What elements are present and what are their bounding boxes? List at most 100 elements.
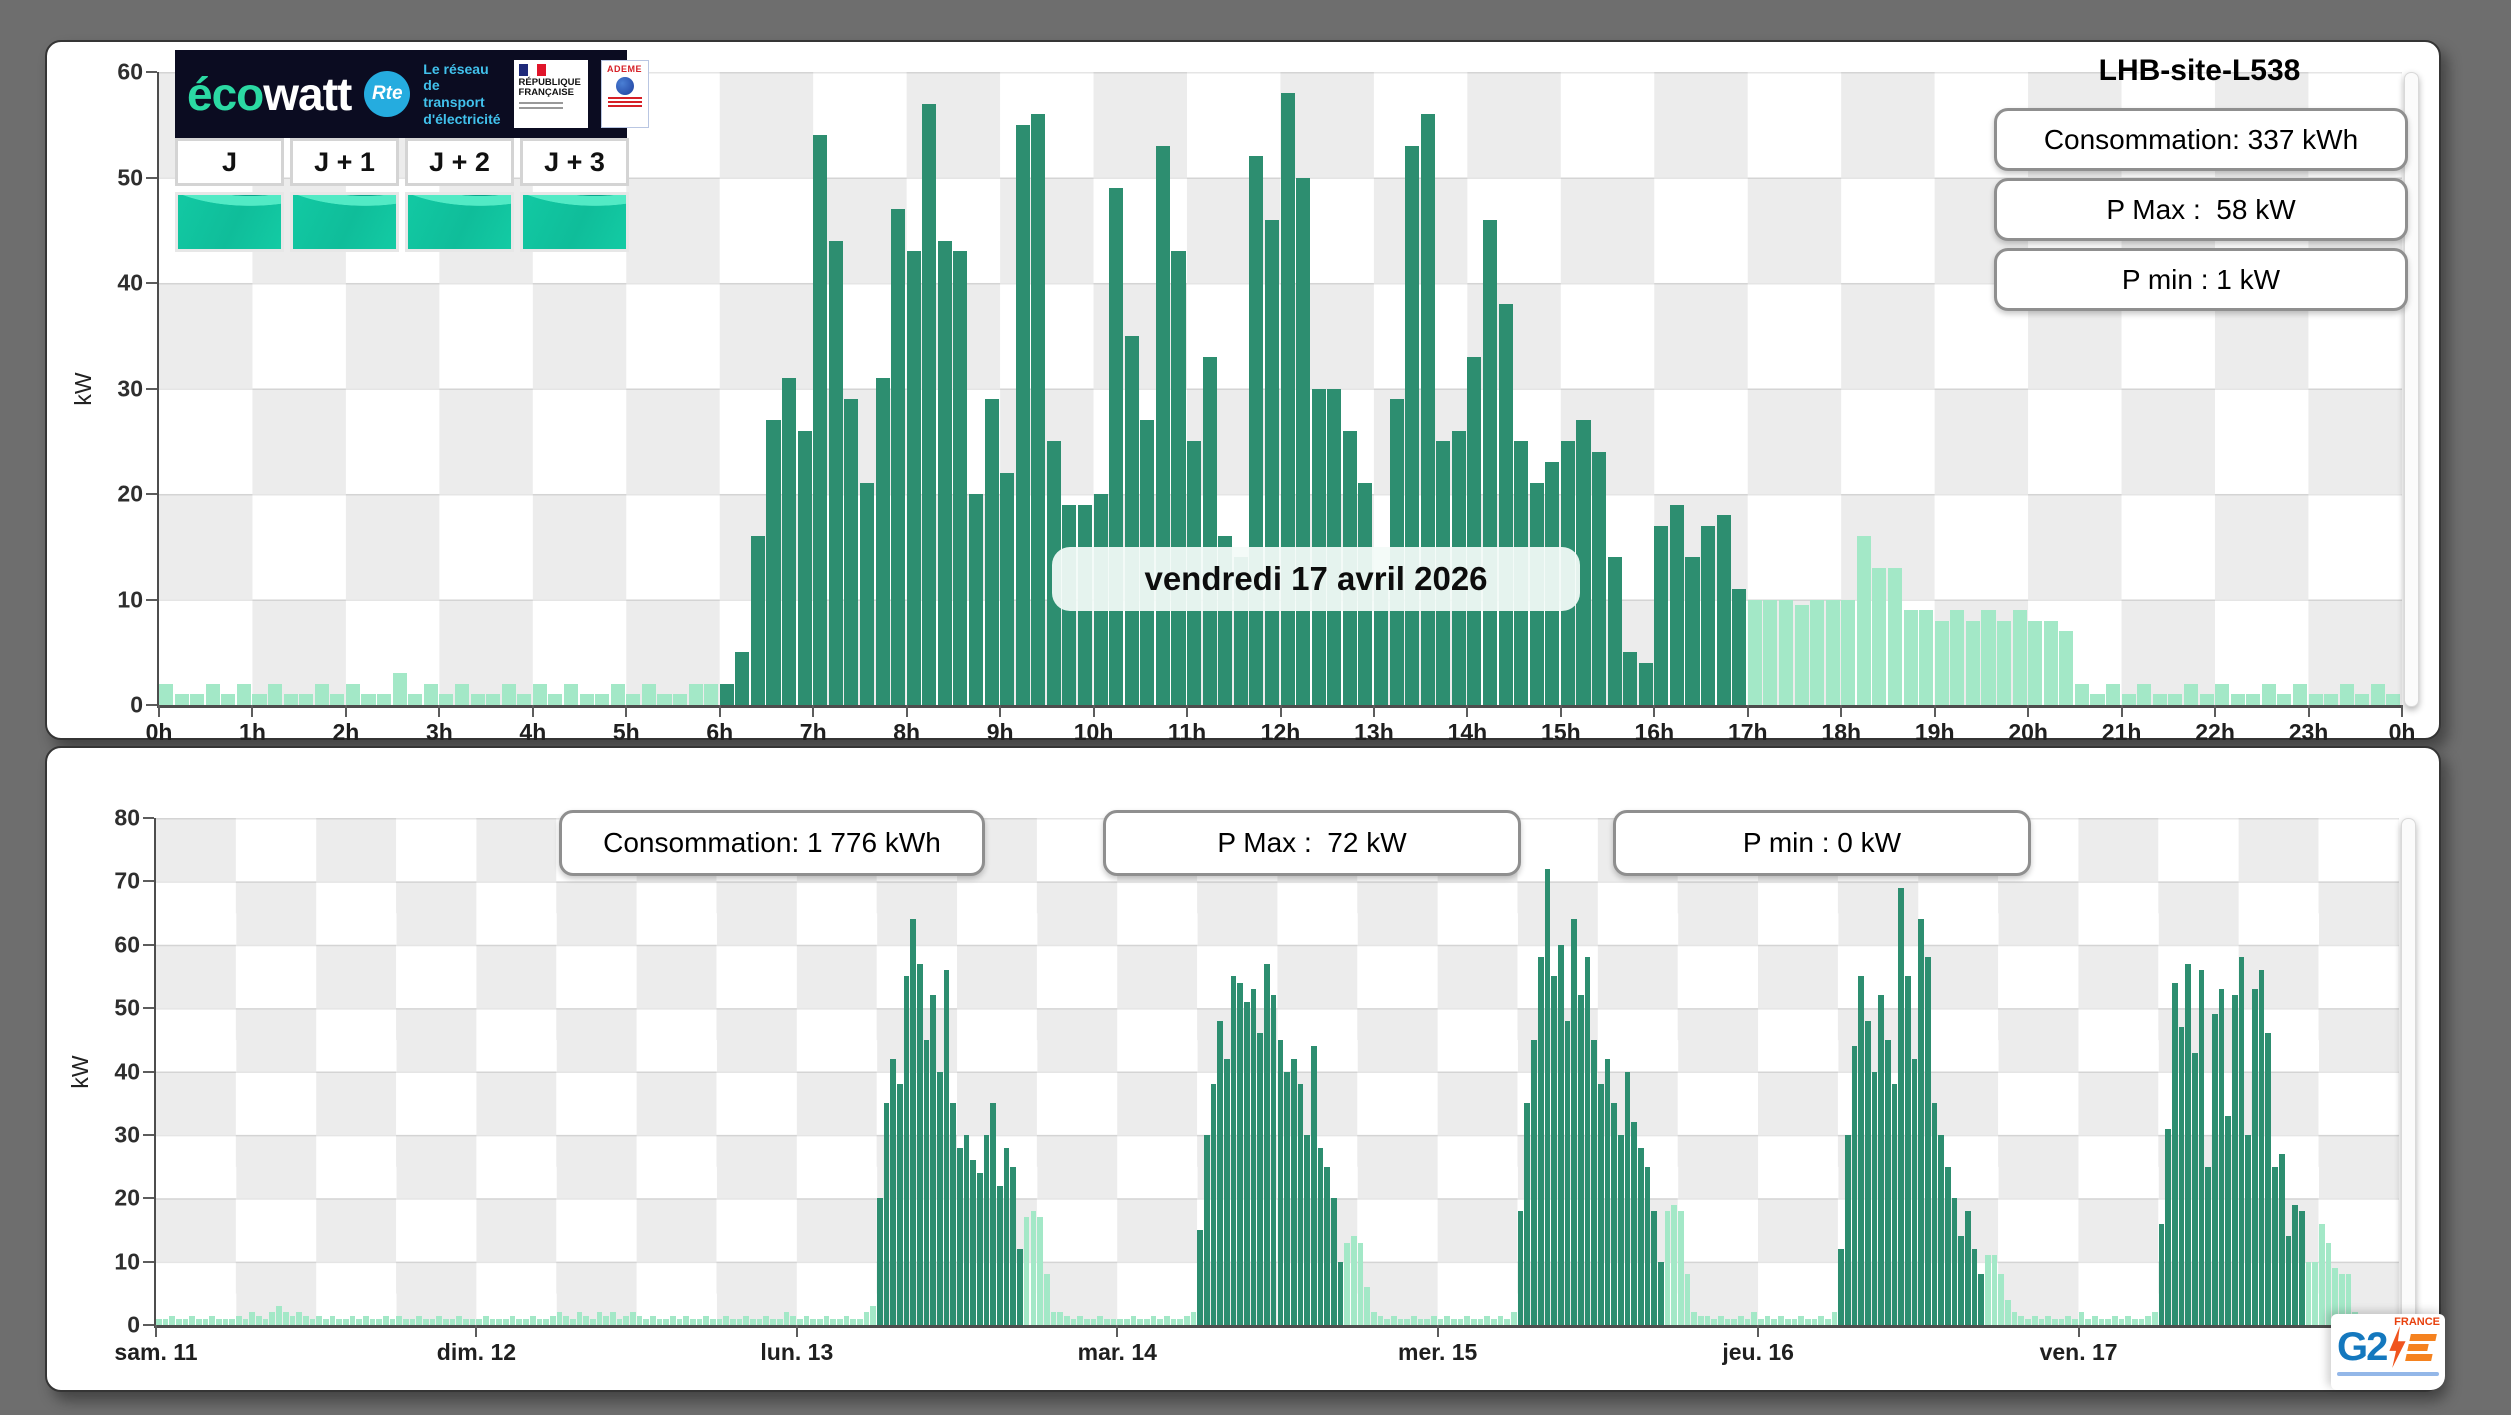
bar [529,1315,536,1325]
bar [377,694,392,705]
ecowatt-day-tile-j3[interactable]: J + 3 [520,138,629,252]
weekly-chart-plot: kW 0 10 20 30 40 50 60 70 80 sam. 11 dim. 12 lun. 1… [67,805,2400,1365]
bar [844,399,859,705]
bar [906,251,921,705]
bar [1903,610,1918,705]
bar [216,1318,222,1325]
bar [2246,694,2261,705]
bar [596,1312,603,1325]
ecowatt-day-label-j[interactable]: J [175,138,284,186]
x-axis-tick-label: sam. 11 [114,1339,198,1365]
bar [2158,1223,2165,1325]
y-axis-tick-label: 60 [114,931,140,958]
x-axis-tick [1933,705,1936,717]
bar [1811,1318,1818,1325]
lightning-bolt-icon [2389,1326,2406,1368]
bar [1404,1318,1410,1325]
bar [1592,451,1607,705]
bar [236,683,251,705]
bar [609,1312,616,1325]
x-axis-tick [1436,1325,1439,1337]
ecowatt-day-tile-j1[interactable]: J + 1 [290,138,399,252]
bar [1330,1198,1337,1325]
bar [1864,1020,1871,1325]
bar [1431,1315,1437,1325]
vertical-zoom-scrollbar[interactable] [2401,818,2416,1327]
bar [770,1318,776,1325]
x-axis-tick [1186,705,1189,717]
bar [1784,1318,1791,1325]
bar [1184,1315,1190,1325]
ecowatt-day-tile-j2[interactable]: J + 2 [405,138,514,252]
bar [963,1134,970,1325]
bar [1504,1318,1511,1325]
bar [1716,515,1731,705]
bar [1771,1318,1778,1325]
bar [2152,694,2167,705]
bar [563,683,579,705]
bar [1015,124,1030,705]
bar [2292,1204,2298,1325]
bar [563,1315,569,1325]
bar [1911,1058,1918,1325]
bar [283,694,298,705]
bar [1357,1242,1364,1325]
bar [1244,1001,1250,1325]
daily-chart-panel: kW vendredi 17 avril 2026 0 10 20 30 40 50 60 0… [45,40,2441,745]
ecowatt-day-label-j3[interactable]: J + 3 [520,138,629,186]
bar [2025,1318,2031,1325]
bar [1557,944,1564,1325]
bar [242,1318,249,1325]
bar [1577,995,1584,1325]
bar [2125,1315,2131,1325]
bar [1031,114,1046,705]
ecowatt-day-label-j1[interactable]: J + 1 [290,138,399,186]
bar [1945,1166,1951,1325]
vertical-zoom-scrollbar[interactable] [2404,72,2419,707]
bar [589,1318,596,1325]
bar [532,683,547,705]
ecowatt-day-tile-j[interactable]: J [175,138,284,252]
x-axis-tick [1746,705,1749,717]
bar [361,694,376,705]
bar [937,240,952,705]
bar [636,1315,643,1325]
bar [2172,982,2178,1325]
bar [1511,1312,1517,1325]
bar [736,1318,743,1325]
bar [402,1318,409,1325]
bar [1030,1210,1037,1325]
bar [2012,610,2027,705]
x-axis-tick [155,1325,157,1337]
bar [362,1315,369,1325]
bar [1317,1147,1324,1325]
bar [704,683,719,705]
ecowatt-day-label-j2[interactable]: J + 2 [405,138,514,186]
bar [1424,1318,1431,1325]
bar [1841,599,1856,705]
ecowatt-status-image-j2 [405,192,514,252]
bar [1097,1315,1103,1325]
gov-motto-lines [518,101,583,109]
bar [2298,1210,2305,1325]
x-axis-tick-label: 20h [2008,719,2048,745]
bar [828,240,843,705]
bar [409,1318,416,1325]
weekly-bars [156,818,2399,1325]
bar [249,1312,256,1325]
bar [1798,1315,1804,1325]
bar [776,1318,783,1325]
bar [1103,1318,1110,1325]
bar [1280,93,1295,705]
bar [1981,610,1996,705]
x-axis-tick [1116,1325,1119,1337]
y-axis-tick [143,1260,154,1263]
x-axis-tick-label: 4h [519,719,547,745]
bar [2261,683,2276,705]
bar [1971,1248,1978,1325]
bar [603,1315,609,1325]
bar [859,483,874,705]
bar [2131,1318,2138,1325]
bar [1477,1318,1484,1325]
bar [463,1318,469,1325]
